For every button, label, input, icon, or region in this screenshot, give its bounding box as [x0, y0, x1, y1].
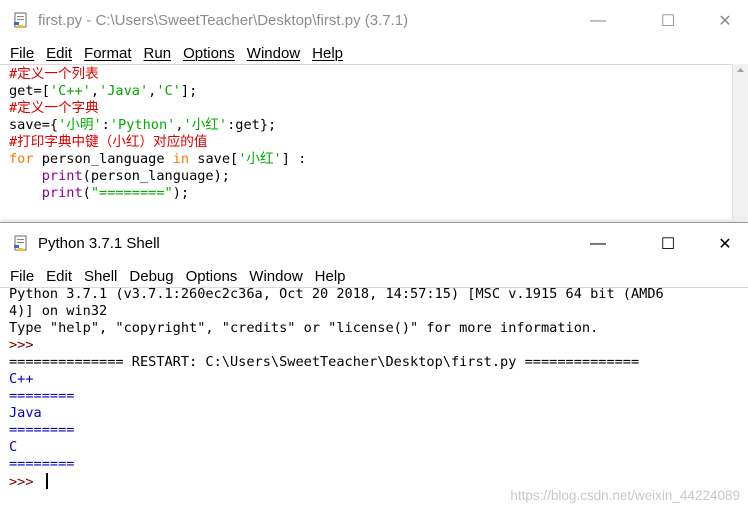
- menu-run[interactable]: Run: [144, 45, 172, 62]
- code-string: '小红': [183, 117, 228, 133]
- code-string: '小明': [58, 117, 102, 133]
- code-line: get=['C++','Java','C'];: [9, 83, 306, 100]
- menu-debug[interactable]: Debug: [129, 268, 173, 285]
- menu-options[interactable]: Options: [186, 268, 238, 285]
- code-string: "========": [90, 185, 173, 201]
- code-line: for person_language in save['小红'] :: [9, 151, 306, 168]
- code-text: ,: [175, 117, 184, 133]
- code-builtin: print: [41, 168, 83, 184]
- maximize-icon: ☐: [660, 236, 676, 253]
- menu-shell[interactable]: Shell: [84, 268, 117, 285]
- editor-window-title: first.py - C:\Users\SweetTeacher\Desktop…: [38, 12, 409, 29]
- output-line: C: [9, 439, 18, 455]
- code-string: 'Java': [99, 83, 149, 99]
- shell-output[interactable]: Python 3.7.1 (v3.7.1:260ec2c36a, Oct 20 …: [9, 286, 664, 491]
- code-line: #定义一个列表: [9, 66, 306, 83]
- menu-help[interactable]: Help: [315, 268, 346, 285]
- banner-line: Type "help", "copyright", "credits" or "…: [9, 320, 599, 336]
- shell-prompt: >>>: [9, 474, 42, 490]
- maximize-icon: ☐: [660, 13, 676, 30]
- shell-menubar: File Edit Shell Debug Options Window Hel…: [0, 265, 748, 288]
- scrollbar-arrows-icon: [737, 68, 744, 72]
- menu-file[interactable]: File: [10, 268, 34, 285]
- maximize-button[interactable]: ☐: [645, 229, 691, 259]
- code-line: print("========");: [9, 185, 306, 202]
- editor-titlebar[interactable]: first.py - C:\Users\SweetTeacher\Desktop…: [0, 0, 748, 42]
- python-file-icon: [14, 12, 27, 28]
- menu-options[interactable]: Options: [183, 45, 235, 62]
- shell-prompt: >>>: [9, 337, 42, 353]
- code-line: save={'小明':'Python','小红':get};: [9, 117, 306, 134]
- code-keyword: in: [172, 151, 190, 167]
- code-line: #定义一个字典: [9, 100, 306, 117]
- shell-titlebar[interactable]: Python 3.7.1 Shell — ☐ ✕: [0, 223, 748, 265]
- code-string: 'C': [156, 83, 181, 99]
- code-text: :get};: [227, 117, 277, 133]
- output-line: Java: [9, 405, 42, 421]
- menu-edit[interactable]: Edit: [46, 45, 72, 62]
- maximize-button[interactable]: ☐: [645, 6, 691, 36]
- close-button[interactable]: ✕: [702, 229, 748, 259]
- editor-menubar: File Edit Format Run Options Window Help: [0, 42, 748, 65]
- code-text: person_language: [33, 151, 173, 167]
- code-text: :: [101, 117, 110, 133]
- code-comment: #定义一个列表: [9, 66, 99, 82]
- code-text: ] :: [281, 151, 307, 167]
- code-string: '小红': [238, 151, 282, 167]
- code-comment: #打印字典中键（小红）对应的值: [9, 134, 208, 150]
- output-line: C++: [9, 371, 34, 387]
- editor-window: first.py - C:\Users\SweetTeacher\Desktop…: [0, 0, 748, 223]
- banner-line: 4)] on win32: [9, 303, 108, 319]
- restart-line: ============== RESTART: C:\Users\SweetTe…: [9, 354, 640, 370]
- output-line: ========: [9, 456, 75, 472]
- code-text: get=[: [9, 83, 50, 99]
- code-text: ,: [90, 83, 100, 99]
- code-line: #打印字典中键（小红）对应的值: [9, 134, 306, 151]
- code-string: 'C++': [49, 83, 91, 99]
- menu-format[interactable]: Format: [84, 45, 132, 62]
- close-icon: ✕: [718, 236, 732, 253]
- python-shell-icon: [14, 235, 27, 251]
- menu-file[interactable]: File: [10, 45, 34, 62]
- code-text: save[: [189, 151, 239, 167]
- code-line: print(person_language);: [9, 168, 306, 185]
- banner-line: Python 3.7.1 (v3.7.1:260ec2c36a, Oct 20 …: [9, 286, 664, 302]
- code-text: ];: [180, 83, 198, 99]
- minimize-icon: —: [590, 12, 606, 29]
- shell-window-title: Python 3.7.1 Shell: [38, 235, 160, 252]
- minimize-button[interactable]: —: [575, 229, 621, 259]
- output-line: ========: [9, 422, 75, 438]
- minimize-button[interactable]: —: [575, 6, 621, 36]
- menu-window[interactable]: Window: [247, 45, 300, 62]
- code-builtin: print: [41, 185, 83, 201]
- minimize-icon: —: [590, 235, 606, 252]
- editor-scrollbar[interactable]: [732, 64, 748, 219]
- code-text: save={: [9, 117, 59, 133]
- shell-window: Python 3.7.1 Shell — ☐ ✕ File Edit Shell…: [0, 222, 748, 513]
- code-editor[interactable]: #定义一个列表 get=['C++','Java','C']; #定义一个字典 sav…: [9, 66, 306, 202]
- code-text: );: [172, 185, 190, 201]
- close-icon: ✕: [718, 13, 732, 30]
- code-comment: #定义一个字典: [9, 100, 99, 116]
- code-text: (: [82, 185, 91, 201]
- menu-edit[interactable]: Edit: [46, 268, 72, 285]
- code-text: (person_language);: [82, 168, 230, 184]
- watermark: https://blog.csdn.net/weixin_44224089: [510, 488, 740, 503]
- menu-help[interactable]: Help: [312, 45, 343, 62]
- output-line: ========: [9, 388, 75, 404]
- code-string: 'Python': [109, 117, 176, 133]
- menu-window[interactable]: Window: [249, 268, 302, 285]
- close-button[interactable]: ✕: [702, 6, 748, 36]
- code-keyword: for: [9, 151, 34, 167]
- text-cursor: [45, 473, 48, 489]
